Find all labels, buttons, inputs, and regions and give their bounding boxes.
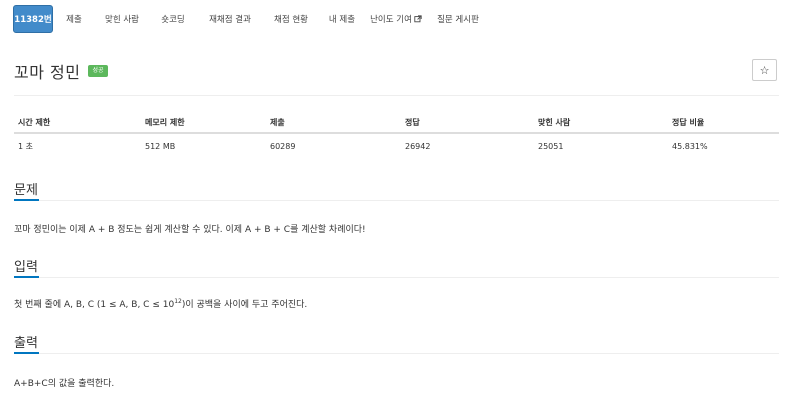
tab-problem-number[interactable]: 11382번 [13,5,53,33]
tab-difficulty-contribution[interactable]: 난이도 기여 [365,5,427,33]
star-icon: ☆ [759,63,770,77]
tab-my-submissions[interactable]: 내 제출 [319,5,365,33]
problem-title-row: 꼬마 정민 성공 [14,59,108,83]
section-accent-bar [14,276,39,278]
table-row: 1 초 512 MB 60289 26942 25051 45.831% [14,133,779,158]
problem-nav-tabs: 11382번 제출 맞힌 사람 숏코딩 재채점 결과 채점 현황 내 제출 난이… [13,5,489,33]
cell-solved-users: 25051 [538,141,564,151]
problem-info-table: 시간 제한 메모리 제한 제출 정답 맞힌 사람 정답 비율 1 초 512 M… [14,112,779,158]
section-divider [14,277,779,278]
title-divider [14,95,779,96]
section-divider [14,200,779,201]
tab-label: 내 제출 [328,15,356,25]
external-link-icon [414,15,422,23]
tab-submit[interactable]: 제출 [53,5,95,33]
input-exponent: 12 [174,298,182,305]
header-accept-ratio: 정답 비율 [668,112,779,134]
tab-label: 채점 현황 [274,15,308,25]
header-time-limit: 시간 제한 [14,112,141,134]
tab-label: 숏코딩 [161,15,185,25]
input-text-part: 첫 번째 줄에 A, B, C (1 ≤ A, B, C ≤ 10 [14,300,175,310]
tab-rejudge-results[interactable]: 재채점 결과 [197,5,263,33]
tab-solved-users[interactable]: 맞힌 사람 [95,5,149,33]
header-accepted: 정답 [401,112,534,134]
cell-time-limit: 1 초 [18,141,33,151]
tab-label: 맞힌 사람 [105,15,139,25]
status-badge: 성공 [88,65,108,77]
cell-submissions: 60289 [270,141,296,151]
section-heading-problem: 문제 [14,183,38,198]
tab-label: 11382번 [14,15,52,25]
input-description: 첫 번째 줄에 A, B, C (1 ≤ A, B, C ≤ 1012)이 공백… [14,297,307,310]
problem-title: 꼬마 정민 [14,63,81,82]
problem-description: 꼬마 정민이는 이제 A + B 정도는 쉽게 계산할 수 있다. 이제 A +… [14,225,366,235]
output-description: A+B+C의 값을 출력한다. [14,379,115,389]
table-header-row: 시간 제한 메모리 제한 제출 정답 맞힌 사람 정답 비율 [14,112,779,134]
tab-label: 제출 [66,15,82,25]
section-accent-bar [14,352,39,354]
header-memory-limit: 메모리 제한 [141,112,266,134]
header-solved-users: 맞힌 사람 [534,112,668,134]
cell-accept-ratio: 45.831% [672,141,708,151]
section-heading-output: 출력 [14,336,38,351]
section-accent-bar [14,199,39,201]
tab-label: 난이도 기여 [370,15,412,25]
section-divider [14,353,779,354]
problem-page: 11382번 제출 맞힌 사람 숏코딩 재채점 결과 채점 현황 내 제출 난이… [0,0,800,406]
input-text-part: )이 공백을 사이에 두고 주어진다. [181,300,308,310]
cell-memory-limit: 512 MB [145,141,176,151]
section-heading-input: 입력 [14,260,38,275]
tab-short-coding[interactable]: 숏코딩 [149,5,197,33]
cell-accepted: 26942 [405,141,431,151]
tab-label: 질문 게시판 [437,15,479,25]
favorite-star-button[interactable]: ☆ [752,59,777,81]
tab-judge-status[interactable]: 채점 현황 [263,5,319,33]
tab-question-board[interactable]: 질문 게시판 [427,5,489,33]
tab-label: 재채점 결과 [209,15,251,25]
header-submissions: 제출 [266,112,401,134]
